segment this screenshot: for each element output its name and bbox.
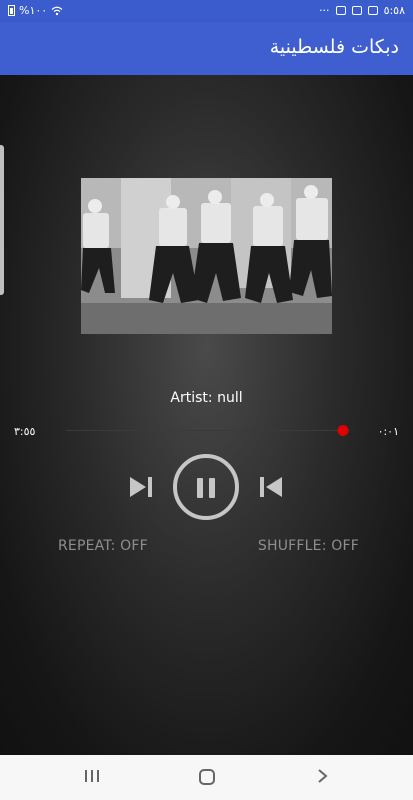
shuffle-toggle[interactable]: SHUFFLE: OFF xyxy=(258,538,359,554)
more-notifications-icon: ··· xyxy=(319,4,330,17)
drawer-edge-handle[interactable] xyxy=(0,145,4,295)
play-pause-button[interactable] xyxy=(173,454,239,520)
repeat-toggle[interactable]: REPEAT: OFF xyxy=(58,538,148,554)
total-time: ٣:٥٥ xyxy=(14,425,36,438)
skip-next-icon xyxy=(130,477,152,497)
instagram-icon xyxy=(351,6,362,15)
gallery-icon xyxy=(367,6,378,15)
player-screen: Artist: null ٣:٥٥ ٠:٠١ REPEAT: OFF SHUFF… xyxy=(0,75,413,755)
status-bar: %١٠٠ ··· ٥:٥٨ xyxy=(0,0,413,22)
navigation-bar xyxy=(0,755,413,800)
skip-previous-icon xyxy=(260,477,282,497)
previous-button[interactable] xyxy=(257,473,285,501)
back-icon[interactable] xyxy=(316,768,330,784)
seek-bar[interactable] xyxy=(66,425,349,436)
artist-label: Artist: null xyxy=(170,390,243,406)
album-art xyxy=(81,178,332,334)
wifi-icon xyxy=(51,6,63,15)
chat-icon xyxy=(335,6,346,15)
app-bar: دبكات فلسطينية xyxy=(0,22,413,75)
recent-apps-icon[interactable] xyxy=(84,768,100,784)
current-time: ٠:٠١ xyxy=(377,425,399,438)
pause-icon xyxy=(197,478,203,498)
app-title: دبكات فلسطينية xyxy=(269,36,399,58)
clock: ٥:٥٨ xyxy=(383,4,405,17)
battery-percent: %١٠٠ xyxy=(19,4,48,17)
seek-thumb[interactable] xyxy=(337,425,349,436)
next-button[interactable] xyxy=(127,473,155,501)
pause-icon-bar xyxy=(209,478,215,498)
battery-icon xyxy=(8,5,15,16)
home-icon[interactable] xyxy=(198,768,216,786)
